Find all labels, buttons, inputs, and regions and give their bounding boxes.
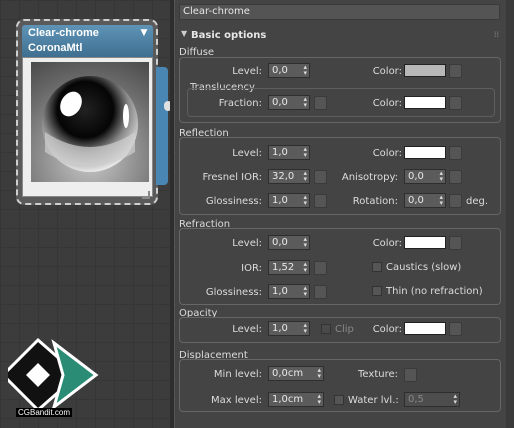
clip-label: Clip [335,324,354,335]
opacity-color-label: Color: [372,324,402,335]
texture-label: Texture: [358,369,398,380]
reflection-level-spinner[interactable]: 1,0 ▴ ▾ [268,145,310,160]
anisotropy-map-button[interactable] [449,170,462,184]
material-name-input[interactable]: Clear-chrome [179,4,500,20]
water-level-checkbox[interactable] [334,395,344,405]
rollout-basic-options[interactable]: ▼ Basic options ⁞⁞ [177,28,503,44]
fraction-spinner[interactable]: 0,0 ▴ ▾ [268,95,310,110]
rollout-title: Basic options [191,30,267,41]
clip-checkbox[interactable] [321,324,331,334]
min-level-spinner[interactable]: 0,0cm ▴ ▾ [268,366,324,381]
collapse-arrow-icon[interactable]: ▼ [181,29,187,38]
opacity-level-spinner[interactable]: 1,0 ▴ ▾ [268,321,310,336]
caustics-checkbox[interactable] [372,262,382,272]
watermark-text: CGBandit.com [16,408,73,417]
node-header[interactable]: Clear-chrome CoronaMtl ▼ [22,25,153,57]
grip-icon[interactable]: ⁞⁞ [494,30,499,39]
refraction-color-swatch[interactable] [404,236,446,249]
deg-unit-label: deg. [466,196,489,207]
material-node[interactable]: Clear-chrome CoronaMtl ▼ [16,19,172,205]
rotation-label: Rotation: [352,196,398,207]
max-level-spinner[interactable]: 1,0cm ▴ ▾ [268,392,324,407]
refraction-color-label: Color: [372,238,402,249]
water-level-spinner[interactable]: 0,5 ▴ ▾ [404,392,460,407]
node-resize-handle[interactable] [142,191,150,199]
translucency-color-swatch[interactable] [404,96,446,109]
fresnel-ior-map-button[interactable] [314,170,327,184]
fraction-label: Fraction: [218,98,262,109]
node-subtitle: CoronaMtl [28,42,83,54]
properties-scrollbar[interactable] [506,0,514,428]
refraction-level-label: Level: [232,238,262,249]
refraction-glossiness-spinner[interactable]: 1,0 ▴ ▾ [268,284,310,299]
fresnel-ior-spinner[interactable]: 32,0 ▴ ▾ [268,169,310,184]
reflection-glossiness-map-button[interactable] [314,194,327,208]
node-graph[interactable]: Clear-chrome CoronaMtl ▼ CGBandit.com [0,0,172,428]
rotation-spinner[interactable]: 0,0 ▴ ▾ [404,193,446,208]
water-level-label: Water lvl.: [348,395,399,406]
diffuse-level-spinner[interactable]: 0,0 ▴ ▾ [268,63,310,78]
translucency-color-label: Color: [372,98,402,109]
reflection-level-label: Level: [232,148,262,159]
reflection-color-map-button[interactable] [449,146,462,160]
refraction-glossiness-label: Glossiness: [205,287,262,298]
node-menu-icon[interactable]: ▼ [139,28,149,38]
reflection-glossiness-label: Glossiness: [205,196,262,207]
refraction-color-map-button[interactable] [449,236,462,250]
ior-spinner[interactable]: 1,52 ▴ ▾ [268,260,310,275]
diffuse-color-label: Color: [372,66,402,77]
diffuse-color-map-button[interactable] [449,64,462,78]
reflection-color-swatch[interactable] [404,146,446,159]
refraction-glossiness-map-button[interactable] [314,285,327,299]
diffuse-level-label: Level: [232,66,262,77]
anisotropy-spinner[interactable]: 0,0 ▴ ▾ [404,169,446,184]
thin-checkbox[interactable] [372,286,382,296]
fraction-map-button[interactable] [314,96,327,110]
thin-label: Thin (no refraction) [386,286,483,297]
node-preview-frame [22,57,153,197]
ior-label: IOR: [241,263,262,274]
ior-map-button[interactable] [314,261,327,275]
material-preview [31,62,149,182]
min-level-label: Min level: [213,369,262,380]
chrome-sphere-icon [42,76,138,172]
rotation-map-button[interactable] [449,194,462,208]
node-output-bar [156,67,168,185]
node-title: Clear-chrome [28,27,99,39]
diffuse-color-swatch[interactable] [404,64,446,77]
caustics-label: Caustics (slow) [386,262,462,273]
reflection-glossiness-spinner[interactable]: 1,0 ▴ ▾ [268,193,310,208]
opacity-color-map-button[interactable] [449,322,462,336]
max-level-label: Max level: [210,395,262,406]
anisotropy-label: Anisotropy: [341,172,398,183]
refraction-level-spinner[interactable]: 0,0 ▴ ▾ [268,235,310,250]
translucency-color-map-button[interactable] [449,96,462,110]
opacity-color-swatch[interactable] [404,322,446,335]
opacity-level-label: Level: [232,324,262,335]
fresnel-ior-label: Fresnel IOR: [202,172,262,183]
displacement-texture-button[interactable] [404,368,417,382]
reflection-color-label: Color: [372,148,402,159]
material-properties-panel: Clear-chrome ▼ Basic options ⁞⁞ Diffuse … [175,0,514,428]
